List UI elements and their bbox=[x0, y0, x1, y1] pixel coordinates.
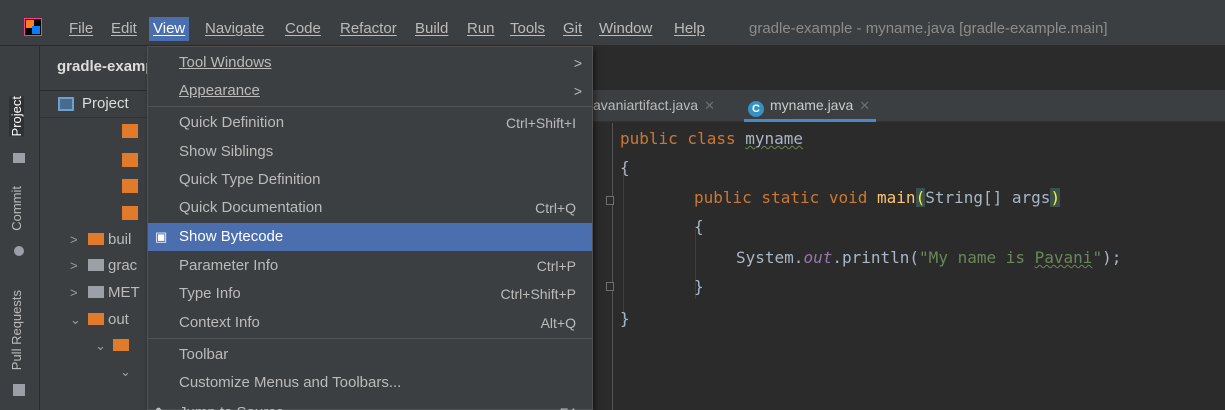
java-class-icon: C bbox=[748, 101, 764, 117]
close-icon[interactable]: ✕ bbox=[859, 98, 870, 113]
menu-item-context-info[interactable]: Context Info Alt+Q bbox=[148, 309, 592, 337]
indent-guide bbox=[623, 171, 624, 326]
project-view-label: Project bbox=[82, 95, 129, 112]
tree-item-build[interactable]: > buil bbox=[70, 228, 131, 252]
chevron-right-icon: > bbox=[573, 83, 582, 99]
tree-item-out[interactable]: ⌄ out bbox=[70, 308, 129, 332]
intellij-logo-icon bbox=[24, 18, 42, 36]
menu-tools[interactable]: Tools bbox=[510, 17, 545, 41]
editor-area: avaniartifact.java ✕ Cmyname.java ✕ public… bbox=[591, 46, 1225, 410]
code-line-4[interactable]: { bbox=[694, 212, 704, 242]
code-line-5[interactable]: System.out.println("My name is Pavani"); bbox=[736, 243, 1121, 273]
menu-item-toolbar[interactable]: Toolbar bbox=[148, 341, 592, 369]
menu-item-type-info[interactable]: Type Info Ctrl+Shift+P bbox=[148, 280, 592, 308]
menu-refactor[interactable]: Refactor bbox=[340, 17, 397, 41]
code-line-3[interactable]: public static void main(String[] args) bbox=[694, 183, 1061, 213]
menu-git[interactable]: Git bbox=[563, 17, 582, 41]
menu-file[interactable]: File bbox=[69, 17, 93, 41]
menu-edit[interactable]: Edit bbox=[111, 17, 137, 41]
fold-marker-icon[interactable] bbox=[606, 196, 614, 205]
file-icon bbox=[122, 206, 138, 220]
menu-item-jump-to-source[interactable]: ✎ Jump to Source F4 bbox=[148, 399, 592, 410]
menu-item-show-siblings[interactable]: Show Siblings bbox=[148, 138, 592, 166]
tree-item-out-child[interactable]: ⌄ bbox=[95, 334, 133, 358]
chevron-down-icon[interactable]: ⌄ bbox=[95, 334, 113, 358]
tool-project[interactable]: Project bbox=[9, 96, 24, 137]
chevron-down-icon[interactable]: ⌄ bbox=[70, 308, 88, 332]
file-icon bbox=[122, 124, 138, 138]
menu-run[interactable]: Run bbox=[467, 17, 495, 41]
menu-item-customize-menus[interactable]: Customize Menus and Toolbars... bbox=[148, 369, 592, 397]
menu-item-quick-type-definition[interactable]: Quick Type Definition bbox=[148, 166, 592, 194]
code-line-6[interactable]: } bbox=[694, 272, 704, 302]
view-menu-dropdown: Tool Windows > Appearance > Quick Defini… bbox=[147, 46, 593, 410]
code-line-2[interactable]: { bbox=[620, 153, 630, 183]
editor-gutter bbox=[591, 123, 613, 410]
chevron-right-icon[interactable]: > bbox=[70, 228, 88, 252]
tool-commit[interactable]: Commit bbox=[9, 186, 24, 231]
menu-item-quick-definition[interactable]: Quick Definition Ctrl+Shift+I bbox=[148, 109, 592, 137]
code-line-1[interactable]: public class myname bbox=[620, 124, 803, 154]
menu-separator bbox=[148, 106, 592, 107]
menu-item-show-bytecode[interactable]: ▣ Show Bytecode bbox=[148, 223, 592, 251]
chevron-right-icon: > bbox=[573, 55, 582, 71]
folder-icon bbox=[88, 233, 104, 245]
menu-view[interactable]: View bbox=[149, 17, 190, 41]
bytecode-icon: ▣ bbox=[155, 229, 168, 244]
commit-icon bbox=[14, 246, 24, 256]
pencil-icon: ✎ bbox=[155, 405, 171, 410]
folder-icon bbox=[13, 153, 25, 163]
project-icon bbox=[58, 97, 74, 111]
menu-navigate[interactable]: Navigate bbox=[205, 17, 264, 41]
tool-window-strip: Project Commit Pull Requests bbox=[0, 46, 40, 410]
chevron-down-icon[interactable]: ⌄ bbox=[120, 360, 138, 384]
window-title: gradle-example - myname.java [gradle-exa… bbox=[749, 20, 1108, 37]
tab-myname[interactable]: Cmyname.java ✕ bbox=[744, 90, 877, 122]
menu-build[interactable]: Build bbox=[415, 17, 448, 41]
folder-icon bbox=[88, 286, 104, 298]
close-icon[interactable]: ✕ bbox=[704, 98, 715, 113]
fold-marker-icon[interactable] bbox=[606, 282, 614, 291]
file-icon bbox=[122, 153, 138, 167]
menu-item-parameter-info[interactable]: Parameter Info Ctrl+P bbox=[148, 252, 592, 280]
tree-item-out-grandchild[interactable]: ⌄ bbox=[120, 360, 138, 384]
folder-icon bbox=[113, 339, 129, 351]
menu-separator bbox=[148, 338, 592, 339]
editor-tab-bar: avaniartifact.java ✕ Cmyname.java ✕ bbox=[591, 90, 1225, 122]
menubar: File Edit View Navigate Code Refactor Bu… bbox=[0, 0, 1225, 46]
code-line-7[interactable]: } bbox=[620, 304, 630, 334]
chevron-right-icon[interactable]: > bbox=[70, 254, 88, 278]
menu-window[interactable]: Window bbox=[599, 17, 652, 41]
tool-pull-requests[interactable]: Pull Requests bbox=[9, 290, 24, 370]
folder-icon bbox=[88, 259, 104, 271]
tree-item-meta-inf[interactable]: > MET bbox=[70, 281, 140, 305]
menu-item-quick-documentation[interactable]: Quick Documentation Ctrl+Q bbox=[148, 194, 592, 222]
menu-item-appearance[interactable]: Appearance > bbox=[148, 77, 592, 105]
menu-item-tool-windows[interactable]: Tool Windows > bbox=[148, 49, 592, 77]
tree-item-gradle[interactable]: > grac bbox=[70, 254, 137, 278]
chevron-right-icon[interactable]: > bbox=[70, 281, 88, 305]
pull-request-icon bbox=[13, 384, 25, 396]
file-icon bbox=[122, 179, 138, 193]
folder-icon bbox=[88, 313, 104, 325]
menu-code[interactable]: Code bbox=[285, 17, 321, 41]
tab-pavaniartifact[interactable]: avaniartifact.java ✕ bbox=[593, 90, 715, 122]
menu-help[interactable]: Help bbox=[674, 17, 705, 41]
